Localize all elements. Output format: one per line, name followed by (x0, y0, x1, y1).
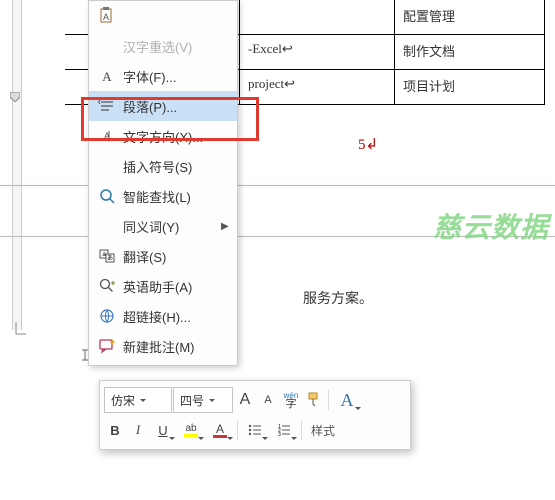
bold-button[interactable]: B (104, 417, 126, 443)
table-cell: 配置管理 (395, 0, 545, 34)
table-cell: -Excel↩ (240, 35, 395, 69)
hyperlink-icon (95, 304, 119, 328)
svg-text:A: A (103, 12, 109, 22)
menu-item-text-direction[interactable]: A 文字方向(X)... (89, 121, 237, 151)
styles-label: 样式 (305, 422, 339, 439)
deletion-mark: 5↲ (358, 135, 378, 154)
mini-toolbar: 仿宋 四号 A A wén字 A B I U ab (99, 380, 411, 450)
table-cell: 项目计划 (395, 70, 545, 104)
font-name-value: 仿宋 (111, 392, 135, 409)
paragraph-icon (95, 94, 119, 118)
english-assistant-icon (95, 274, 119, 298)
table-cell: 制作文档 (395, 35, 545, 69)
watermark-text: 慈云数据 (433, 206, 549, 246)
numbering-icon: 123 (276, 422, 292, 438)
menu-item-label: 同义词(Y) (119, 217, 221, 236)
translate-icon: aあ (95, 244, 119, 268)
dropdown-icon (206, 391, 218, 409)
grow-font-button[interactable]: A (234, 387, 256, 413)
menu-item-label: 文字方向(X)... (119, 127, 231, 146)
menu-item-hyperlink[interactable]: 超链接(H)... (89, 301, 237, 331)
format-painter-button[interactable] (303, 387, 325, 413)
menu-item-label: 智能查找(L) (119, 187, 231, 206)
submenu-arrow-icon: ▶ (221, 221, 231, 232)
font-a-icon: A (95, 64, 119, 88)
page-corner-mark (14, 320, 34, 340)
new-comment-icon (95, 334, 119, 358)
menu-item-label: 翻译(S) (119, 247, 231, 266)
context-menu: A 汉字重选(V) A 字体(F)... 段落(P)... A 文字方向(X).… (88, 0, 238, 366)
smart-lookup-icon (95, 184, 119, 208)
text-highlight-button[interactable]: ab (177, 417, 205, 443)
menu-item-label: 字体(F)... (119, 67, 231, 86)
menu-item-label: 汉字重选(V) (119, 37, 231, 56)
menu-item-english-assistant[interactable]: 英语助手(A) (89, 271, 237, 301)
menu-item-label: 英语助手(A) (119, 277, 231, 296)
bullets-icon (247, 422, 263, 438)
dropdown-icon (137, 391, 149, 409)
underline-button[interactable]: U (150, 417, 176, 443)
table-cell (240, 0, 395, 34)
vertical-ruler[interactable] (12, 0, 22, 330)
text-direction-icon: A (95, 124, 119, 148)
menu-item-label: 超链接(H)... (119, 307, 231, 326)
menu-item-reconvert: 汉字重选(V) (89, 31, 237, 61)
font-color-button[interactable]: A (206, 417, 234, 443)
menu-item-paste-text-only[interactable]: A (89, 1, 237, 31)
menu-item-smart-lookup[interactable]: 智能查找(L) (89, 181, 237, 211)
svg-text:A: A (102, 69, 112, 84)
font-name-combo[interactable]: 仿宋 (104, 387, 172, 413)
styles-gallery-button[interactable]: A (332, 387, 362, 413)
menu-item-new-comment[interactable]: 新建批注(M) (89, 331, 237, 361)
shrink-font-button[interactable]: A (257, 387, 279, 413)
menu-item-insert-symbol[interactable]: 插入符号(S) (89, 151, 237, 181)
document-body-text: 服务方案。 (303, 288, 373, 308)
menu-item-label: 新建批注(M) (119, 337, 231, 356)
bullets-button[interactable] (241, 417, 269, 443)
format-painter-icon (305, 391, 323, 409)
phonetic-guide-button[interactable]: wén字 (280, 387, 302, 413)
table-cell: project↩ (240, 70, 395, 104)
menu-item-label: 段落(P)... (119, 97, 231, 116)
svg-text:あ: あ (107, 255, 113, 262)
menu-item-synonyms[interactable]: 同义词(Y) ▶ (89, 211, 237, 241)
paste-text-icon: A (95, 4, 119, 28)
numbering-button[interactable]: 123 (270, 417, 298, 443)
menu-item-paragraph[interactable]: 段落(P)... (89, 91, 237, 121)
menu-item-font[interactable]: A 字体(F)... (89, 61, 237, 91)
svg-text:3: 3 (278, 432, 281, 438)
font-size-value: 四号 (180, 392, 204, 409)
menu-item-label: 插入符号(S) (119, 157, 231, 176)
menu-item-translate[interactable]: aあ 翻译(S) (89, 241, 237, 271)
styles-a-icon: A (341, 390, 354, 411)
font-size-combo[interactable]: 四号 (173, 387, 233, 413)
italic-button[interactable]: I (127, 417, 149, 443)
